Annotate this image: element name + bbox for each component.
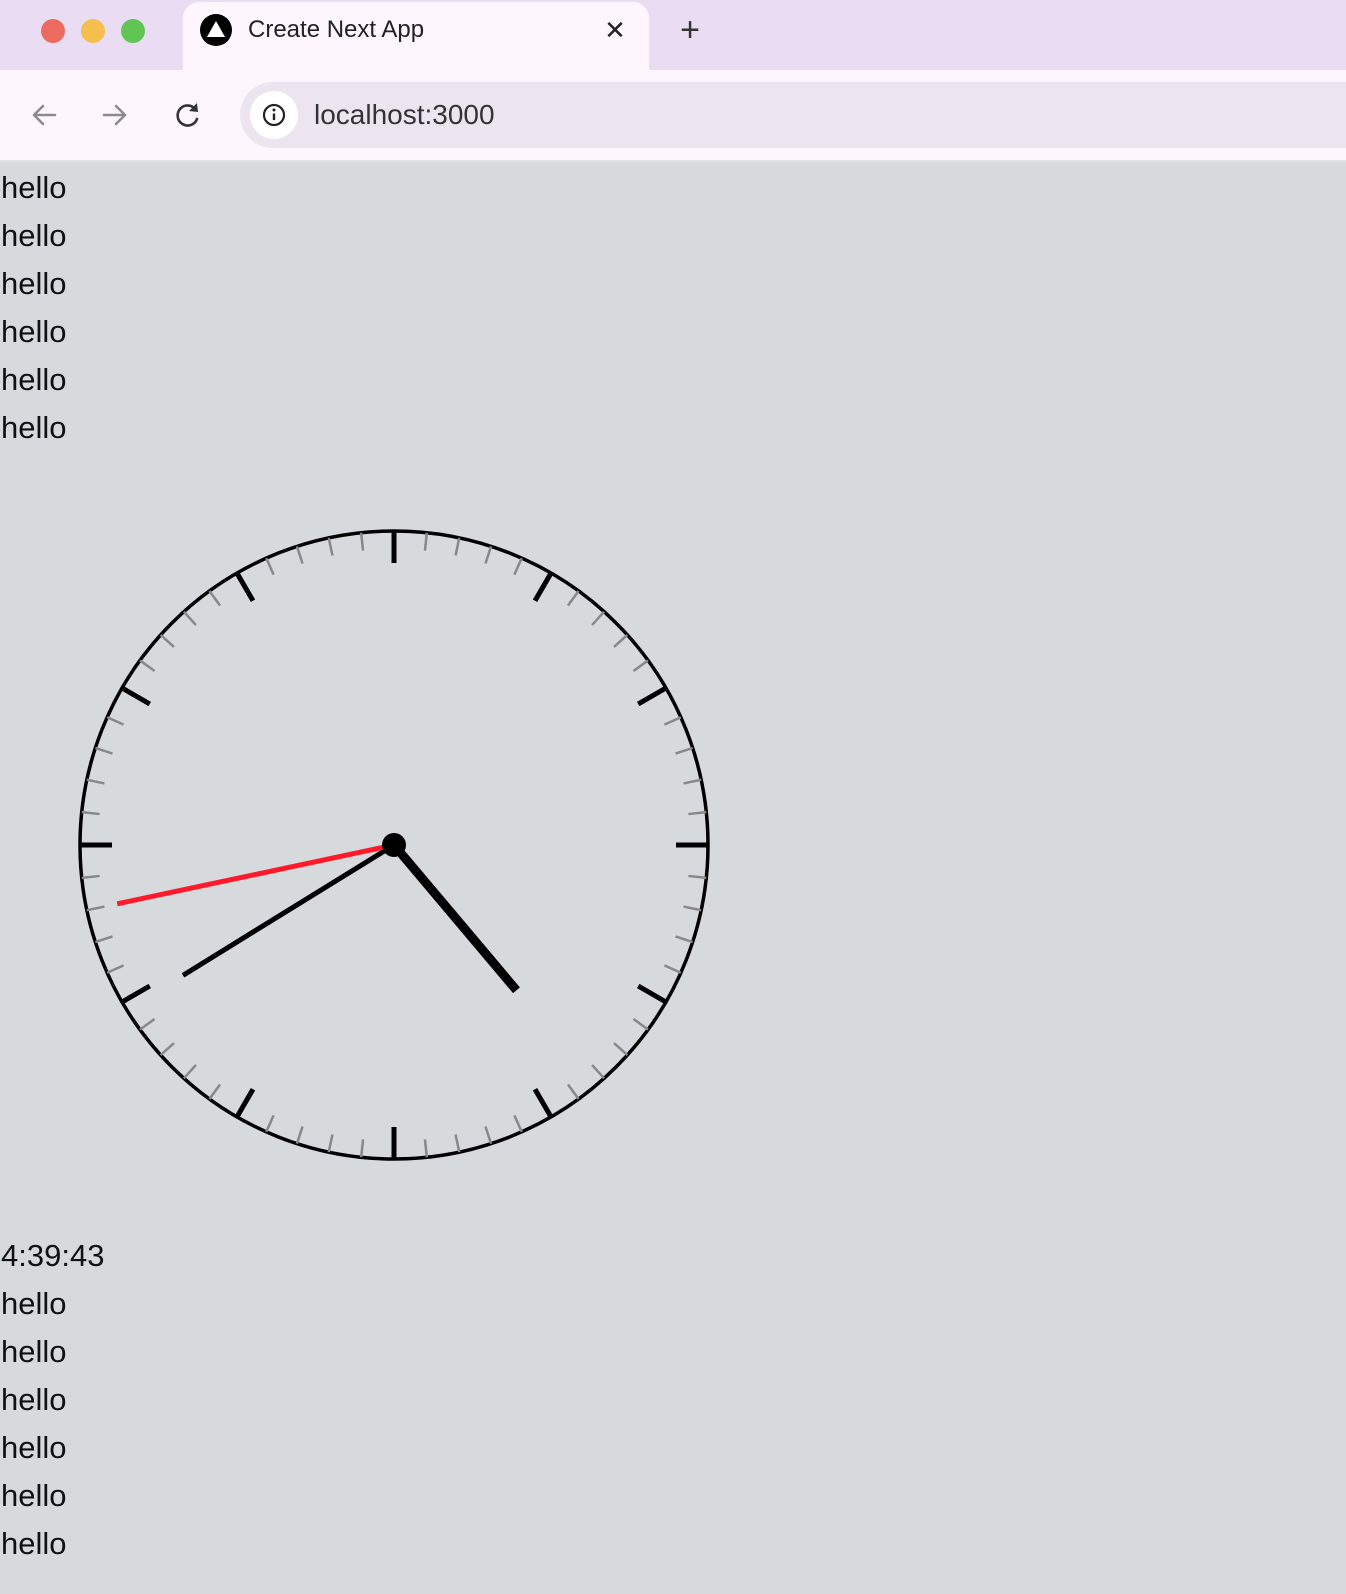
browser-toolbar: localhost:3000 [0,70,1346,162]
tab-title: Create Next App [248,16,425,43]
reload-icon[interactable] [170,97,206,133]
maximize-window-button[interactable] [121,19,145,43]
text-line: hello [1,314,67,349]
analog-clock [78,529,710,1161]
top-text-list: hello hello hello hello hello hello [0,164,67,452]
forward-arrow-icon[interactable] [97,97,133,133]
url-text: localhost:3000 [314,99,495,130]
text-line: hello [1,218,67,253]
text-line: hello [1,1286,67,1321]
bottom-text-list: 4:39:43 hello hello hello hello hello he… [0,1232,104,1568]
clock-center-pin [382,833,406,857]
text-line: hello [1,1526,67,1561]
text-line: hello [1,1478,67,1513]
minimize-window-button[interactable] [81,19,105,43]
text-line: hello [1,1430,67,1465]
browser-titlebar: Create Next App ✕ + [0,0,1346,70]
page-content: hello hello hello hello hello hello 4:39… [0,162,1346,1594]
text-line: hello [1,1382,67,1417]
text-line: hello [1,362,67,397]
text-line: hello [1,1334,67,1369]
text-line: hello [1,170,67,205]
text-line: hello [1,410,67,445]
nextjs-favicon-icon [200,14,232,46]
new-tab-button[interactable]: + [672,12,708,48]
text-line: hello [1,266,67,301]
site-info-icon[interactable] [250,91,298,139]
time-readout: 4:39:43 [1,1238,105,1273]
back-arrow-icon[interactable] [26,97,62,133]
address-bar[interactable]: localhost:3000 [240,82,1346,148]
close-window-button[interactable] [41,19,65,43]
tab-close-icon[interactable]: ✕ [601,16,629,44]
browser-tab[interactable]: Create Next App ✕ [183,2,649,70]
